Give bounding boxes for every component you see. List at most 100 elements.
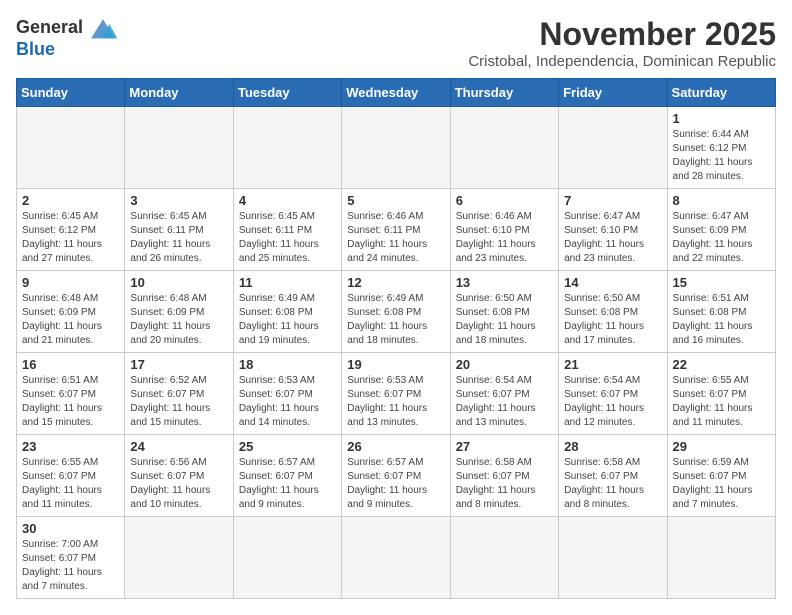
calendar-cell xyxy=(450,517,558,599)
day-number: 8 xyxy=(673,193,770,208)
day-header-wednesday: Wednesday xyxy=(342,79,450,107)
day-number: 24 xyxy=(130,439,227,454)
day-info: Sunrise: 6:50 AMSunset: 6:08 PMDaylight:… xyxy=(456,292,553,348)
calendar-cell xyxy=(667,517,775,599)
day-info: Sunrise: 6:48 AMSunset: 6:09 PMDaylight:… xyxy=(130,292,227,348)
calendar-cell xyxy=(125,107,233,189)
calendar-cell: 2Sunrise: 6:45 AMSunset: 6:12 PMDaylight… xyxy=(17,189,125,271)
calendar-cell: 22 Sunrise: 6:55 AMSunset: 6:07 PMDayligh… xyxy=(667,353,775,435)
day-number: 12 xyxy=(347,275,444,290)
calendar-cell: 3 Sunrise: 6:45 AMSunset: 6:11 PMDaylight… xyxy=(125,189,233,271)
day-info: Sunrise: 6:52 AMSunset: 6:07 PMDaylight:… xyxy=(130,374,227,430)
day-header-tuesday: Tuesday xyxy=(233,79,341,107)
day-info: Sunrise: 6:58 AMSunset: 6:07 PMDaylight:… xyxy=(564,456,661,512)
day-number: 18 xyxy=(239,357,336,372)
calendar-cell: 25 Sunrise: 6:57 AMSunset: 6:07 PMDayligh… xyxy=(233,435,341,517)
day-info: Sunrise: 6:47 AMSunset: 6:10 PMDaylight:… xyxy=(564,210,661,266)
day-info: Sunrise: 6:51 AMSunset: 6:08 PMDaylight:… xyxy=(673,292,770,348)
day-info: Sunrise: 6:45 AMSunset: 6:11 PMDaylight:… xyxy=(239,210,336,266)
calendar: SundayMondayTuesdayWednesdayThursdayFrid… xyxy=(16,78,776,599)
calendar-cell: 11Sunrise: 6:49 AMSunset: 6:08 PMDayligh… xyxy=(233,271,341,353)
day-info: Sunrise: 6:46 AMSunset: 6:10 PMDaylight:… xyxy=(456,210,553,266)
day-info: Sunrise: 6:53 AMSunset: 6:07 PMDaylight:… xyxy=(347,374,444,430)
day-info: Sunrise: 6:45 AMSunset: 6:12 PMDaylight:… xyxy=(22,210,119,266)
day-number: 21 xyxy=(564,357,661,372)
day-number: 17 xyxy=(130,357,227,372)
calendar-cell: 13 Sunrise: 6:50 AMSunset: 6:08 PMDayligh… xyxy=(450,271,558,353)
calendar-cell: 16 Sunrise: 6:51 AMSunset: 6:07 PMDayligh… xyxy=(17,353,125,435)
calendar-cell: 19 Sunrise: 6:53 AMSunset: 6:07 PMDayligh… xyxy=(342,353,450,435)
day-info: Sunrise: 6:56 AMSunset: 6:07 PMDaylight:… xyxy=(130,456,227,512)
day-header-thursday: Thursday xyxy=(450,79,558,107)
calendar-cell: 28Sunrise: 6:58 AMSunset: 6:07 PMDayligh… xyxy=(559,435,667,517)
logo: General Blue xyxy=(16,16,136,60)
day-number: 19 xyxy=(347,357,444,372)
day-header-sunday: Sunday xyxy=(17,79,125,107)
day-info: Sunrise: 6:48 AMSunset: 6:09 PMDaylight:… xyxy=(22,292,119,348)
day-info: Sunrise: 6:53 AMSunset: 6:07 PMDaylight:… xyxy=(239,374,336,430)
calendar-cell: 14 Sunrise: 6:50 AMSunset: 6:08 PMDayligh… xyxy=(559,271,667,353)
day-info: Sunrise: 6:58 AMSunset: 6:07 PMDaylight:… xyxy=(456,456,553,512)
day-number: 14 xyxy=(564,275,661,290)
day-number: 25 xyxy=(239,439,336,454)
calendar-cell xyxy=(559,107,667,189)
subtitle: Cristobal, Independencia, Dominican Repu… xyxy=(136,53,776,70)
calendar-cell: 17 Sunrise: 6:52 AMSunset: 6:07 PMDayligh… xyxy=(125,353,233,435)
header: General Blue November 2025 Cristobal, In… xyxy=(16,16,776,70)
calendar-cell xyxy=(125,517,233,599)
day-info: Sunrise: 6:57 AMSunset: 6:07 PMDaylight:… xyxy=(347,456,444,512)
day-header-saturday: Saturday xyxy=(667,79,775,107)
calendar-cell: 10 Sunrise: 6:48 AMSunset: 6:09 PMDayligh… xyxy=(125,271,233,353)
day-info: Sunrise: 6:46 AMSunset: 6:11 PMDaylight:… xyxy=(347,210,444,266)
day-number: 23 xyxy=(22,439,119,454)
calendar-cell xyxy=(233,517,341,599)
calendar-cell: 15 Sunrise: 6:51 AMSunset: 6:08 PMDayligh… xyxy=(667,271,775,353)
calendar-cell: 26Sunrise: 6:57 AMSunset: 6:07 PMDayligh… xyxy=(342,435,450,517)
day-number: 3 xyxy=(130,193,227,208)
day-info: Sunrise: 6:55 AMSunset: 6:07 PMDaylight:… xyxy=(673,374,770,430)
day-number: 22 xyxy=(673,357,770,372)
day-number: 15 xyxy=(673,275,770,290)
logo-icon xyxy=(87,16,119,40)
calendar-cell: 9 Sunrise: 6:48 AMSunset: 6:09 PMDaylight… xyxy=(17,271,125,353)
day-info: Sunrise: 6:45 AMSunset: 6:11 PMDaylight:… xyxy=(130,210,227,266)
calendar-cell: 5 Sunrise: 6:46 AMSunset: 6:11 PMDaylight… xyxy=(342,189,450,271)
day-info: Sunrise: 6:51 AMSunset: 6:07 PMDaylight:… xyxy=(22,374,119,430)
day-number: 5 xyxy=(347,193,444,208)
calendar-cell: 24 Sunrise: 6:56 AMSunset: 6:07 PMDayligh… xyxy=(125,435,233,517)
calendar-cell xyxy=(450,107,558,189)
calendar-cell: 27Sunrise: 6:58 AMSunset: 6:07 PMDayligh… xyxy=(450,435,558,517)
day-number: 1 xyxy=(673,111,770,126)
day-info: Sunrise: 7:00 AMSunset: 6:07 PMDaylight:… xyxy=(22,538,119,594)
day-number: 10 xyxy=(130,275,227,290)
day-number: 9 xyxy=(22,275,119,290)
day-number: 11 xyxy=(239,275,336,290)
calendar-cell: 12 Sunrise: 6:49 AMSunset: 6:08 PMDayligh… xyxy=(342,271,450,353)
calendar-cell: 29Sunrise: 6:59 AMSunset: 6:07 PMDayligh… xyxy=(667,435,775,517)
day-number: 20 xyxy=(456,357,553,372)
day-header-friday: Friday xyxy=(559,79,667,107)
day-info: Sunrise: 6:44 AMSunset: 6:12 PMDaylight:… xyxy=(673,128,770,184)
day-info: Sunrise: 6:55 AMSunset: 6:07 PMDaylight:… xyxy=(22,456,119,512)
calendar-cell: 7Sunrise: 6:47 AMSunset: 6:10 PMDaylight… xyxy=(559,189,667,271)
day-info: Sunrise: 6:49 AMSunset: 6:08 PMDaylight:… xyxy=(347,292,444,348)
calendar-cell: 21 Sunrise: 6:54 AMSunset: 6:07 PMDayligh… xyxy=(559,353,667,435)
day-number: 16 xyxy=(22,357,119,372)
day-number: 4 xyxy=(239,193,336,208)
title-area: November 2025 Cristobal, Independencia, … xyxy=(136,16,776,70)
day-headers: SundayMondayTuesdayWednesdayThursdayFrid… xyxy=(17,79,776,107)
calendar-cell: 1 Sunrise: 6:44 AMSunset: 6:12 PMDaylight… xyxy=(667,107,775,189)
day-info: Sunrise: 6:57 AMSunset: 6:07 PMDaylight:… xyxy=(239,456,336,512)
calendar-cell: 30 Sunrise: 7:00 AMSunset: 6:07 PMDayligh… xyxy=(17,517,125,599)
day-number: 13 xyxy=(456,275,553,290)
calendar-cell xyxy=(342,517,450,599)
calendar-cell xyxy=(559,517,667,599)
day-number: 29 xyxy=(673,439,770,454)
logo-general: General xyxy=(16,18,83,38)
day-number: 30 xyxy=(22,521,119,536)
calendar-cell xyxy=(233,107,341,189)
day-info: Sunrise: 6:54 AMSunset: 6:07 PMDaylight:… xyxy=(564,374,661,430)
calendar-cell: 8Sunrise: 6:47 AMSunset: 6:09 PMDaylight… xyxy=(667,189,775,271)
calendar-cell: 18 Sunrise: 6:53 AMSunset: 6:07 PMDayligh… xyxy=(233,353,341,435)
day-info: Sunrise: 6:50 AMSunset: 6:08 PMDaylight:… xyxy=(564,292,661,348)
